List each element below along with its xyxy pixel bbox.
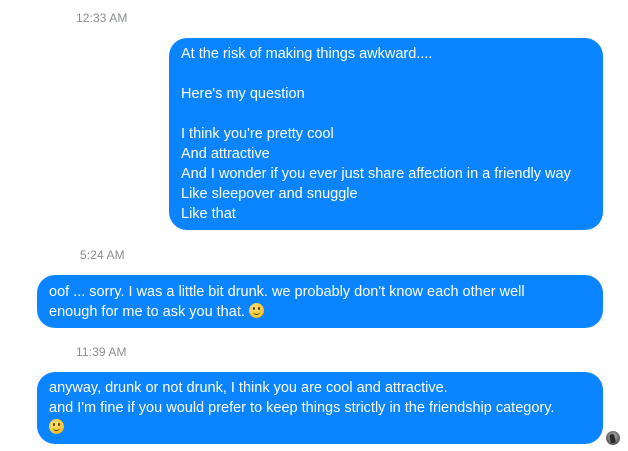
timestamp: 12:33 AM [76,11,128,25]
smiling-face-emoji-icon [49,419,64,434]
message-bubble-incoming[interactable]: anyway, drunk or not drunk, I think you … [37,372,603,444]
message-line: And attractive [181,146,270,162]
message-line: And I wonder if you ever just share affe… [181,166,571,182]
message-line [181,104,591,124]
timestamp: 5:24 AM [80,248,125,262]
message-line: At the risk of making things awkward.... [181,46,433,62]
message-bubble-outgoing[interactable]: At the risk of making things awkward....… [169,38,603,230]
message-line: and I'm fine if you would prefer to keep… [49,400,555,416]
timestamp: 11:39 AM [76,345,127,359]
message-text: enough for me to ask you that. [49,304,245,320]
message-line-with-emoji: enough for me to ask you that. [49,302,591,322]
message-bubble-incoming[interactable]: oof ... sorry. I was a little bit drunk.… [37,275,603,328]
message-line: oof ... sorry. I was a little bit drunk.… [49,284,525,300]
message-line-emoji [49,418,591,438]
message-line: Like sleepover and snuggle [181,186,358,202]
message-line: anyway, drunk or not drunk, I think you … [49,380,448,396]
message-line [181,64,591,84]
contact-avatar-icon[interactable] [606,431,620,445]
smiling-face-emoji-icon [248,303,264,318]
message-line: I think you're pretty cool [181,126,334,142]
chat-thread: 12:33 AM At the risk of making things aw… [0,0,628,451]
message-line: Like that [181,206,236,222]
avatar-figure [609,433,616,444]
message-line: Here's my question [181,86,305,102]
